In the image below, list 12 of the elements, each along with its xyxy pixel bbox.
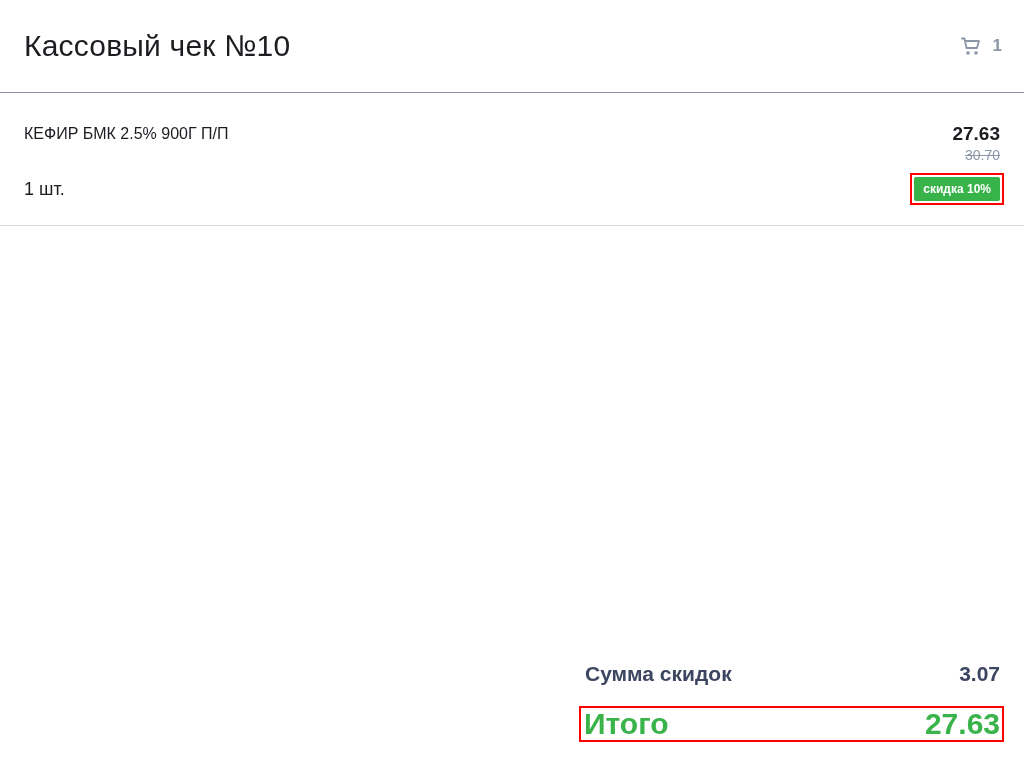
cart-icon	[960, 36, 981, 56]
item-price: 27.63	[952, 123, 1000, 145]
item-quantity: 1 шт.	[24, 178, 66, 200]
cart-count: 1	[992, 36, 1002, 56]
item-name: КЕФИР БМК 2.5% 900Г П/П	[24, 124, 230, 143]
discount-sum-value: 3.07	[959, 662, 1000, 686]
total-label: Итого	[584, 707, 669, 741]
item-old-price: 30.70	[964, 147, 1000, 163]
discount-badge: скидка 10%	[914, 177, 1000, 201]
total-value: 27.63	[924, 707, 1000, 741]
discount-sum-label: Сумма скидок	[585, 662, 732, 686]
receipt-title: Кассовый чек №10	[24, 29, 291, 63]
